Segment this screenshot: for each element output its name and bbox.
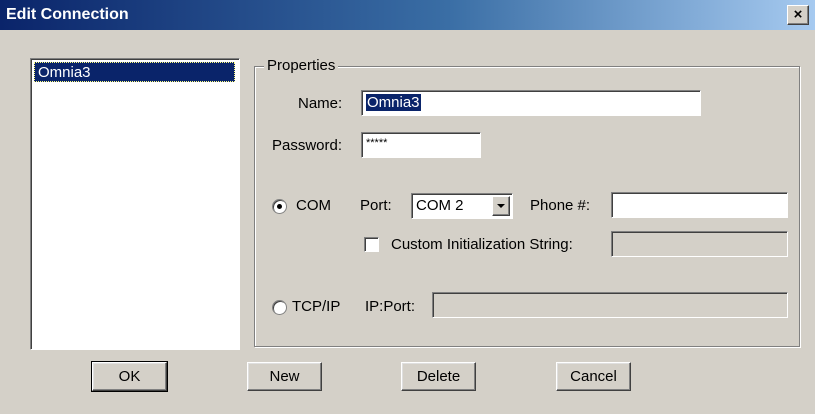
properties-group-label: Properties [264, 57, 339, 74]
delete-button[interactable]: Delete [401, 362, 476, 391]
connections-listbox[interactable]: Omnia3 [30, 58, 240, 350]
custom-init-checkbox[interactable] [364, 237, 379, 252]
title-bar: Edit Connection × [0, 0, 815, 30]
name-field[interactable]: Omnia3 [361, 90, 701, 116]
password-value: ***** [366, 137, 388, 149]
custom-init-label: Custom Initialization String: [391, 236, 573, 253]
chevron-down-icon[interactable] [492, 196, 510, 216]
radio-selected-dot [277, 204, 282, 209]
tcpip-radio[interactable] [272, 300, 287, 315]
tcpip-label: TCP/IP [292, 298, 341, 315]
password-label: Password: [272, 137, 343, 154]
password-field[interactable]: ***** [361, 132, 481, 158]
port-select[interactable]: COM 2 [411, 193, 513, 219]
phone-label: Phone #: [530, 197, 591, 214]
ipport-field [432, 292, 788, 318]
com-radio[interactable] [272, 199, 287, 214]
phone-field[interactable] [611, 192, 788, 218]
close-button[interactable]: × [787, 5, 809, 25]
com-label: COM [296, 197, 331, 214]
ipport-label: IP:Port: [365, 298, 416, 315]
name-label: Name: [298, 95, 343, 112]
custom-init-field [611, 231, 788, 257]
port-value: COM 2 [416, 197, 464, 214]
ok-button[interactable]: OK [91, 361, 168, 392]
cancel-button[interactable]: Cancel [556, 362, 631, 391]
window-title: Edit Connection [6, 6, 129, 23]
port-label: Port: [360, 197, 392, 214]
list-item[interactable]: Omnia3 [34, 62, 235, 82]
name-value: Omnia3 [366, 94, 421, 111]
new-button[interactable]: New [247, 362, 322, 391]
close-icon: × [793, 6, 803, 23]
